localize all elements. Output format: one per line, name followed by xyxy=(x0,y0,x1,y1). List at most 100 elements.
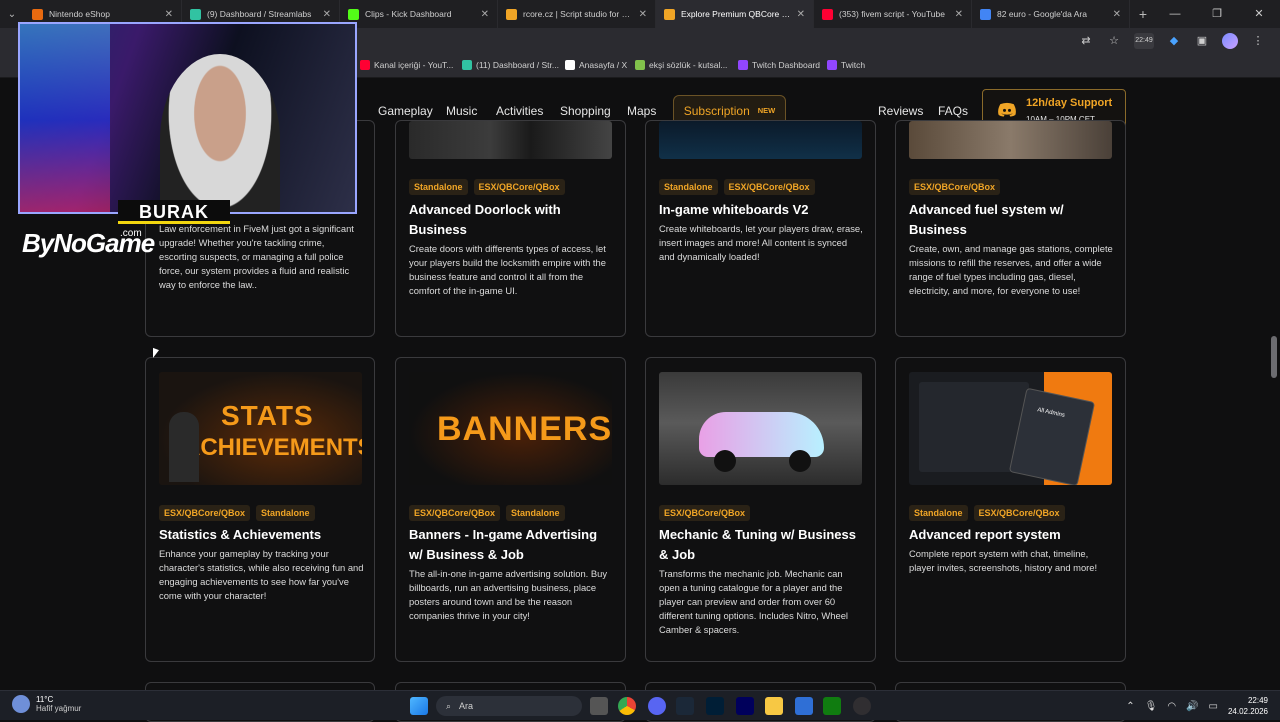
card-title[interactable]: Advanced report system xyxy=(909,525,1114,545)
tab-close-icon[interactable]: ✕ xyxy=(639,9,647,20)
weather-icon xyxy=(12,695,30,713)
nav-shopping[interactable]: Shopping xyxy=(560,104,611,118)
tab-title: rcore.cz | Script studio for your xyxy=(523,9,633,19)
product-card[interactable]: STATS ACHIEVEMENTS ESX/QBCore/QBox Stand… xyxy=(145,357,375,662)
translate-icon[interactable]: ⇄ xyxy=(1078,33,1094,49)
neon-light xyxy=(20,24,110,212)
windows-start-icon[interactable] xyxy=(410,697,428,715)
nav-faqs[interactable]: FAQs xyxy=(938,104,968,118)
product-card[interactable]: ESX/QBCore/QBox Mechanic & Tuning w/ Bus… xyxy=(645,357,876,662)
product-card[interactable]: ESX/QBCore/QBox Advanced fuel system w/ … xyxy=(895,120,1126,337)
microphone-icon[interactable]: 🎙 xyxy=(1145,701,1158,712)
weather-widget[interactable]: 11°C Hafif yağmur xyxy=(12,695,81,713)
tab-title: Nintendo eShop xyxy=(49,9,110,19)
nav-music[interactable]: Music xyxy=(446,104,477,118)
subscription-label: Subscription xyxy=(683,103,750,118)
close-window-icon[interactable]: ✕ xyxy=(1238,0,1280,28)
app-icon[interactable] xyxy=(795,697,813,715)
tab-close-icon[interactable]: ✕ xyxy=(323,9,331,20)
browser-tab[interactable]: (353) fivem script - YouTube ✕ xyxy=(814,0,972,28)
tab-favicon-icon xyxy=(506,8,517,20)
search-placeholder: Ara xyxy=(459,701,474,711)
card-title[interactable]: In-game whiteboards V2 xyxy=(659,200,859,220)
thumb-text: STATS xyxy=(221,400,314,431)
tab-close-icon[interactable]: ✕ xyxy=(165,9,173,20)
discord-taskbar-icon[interactable] xyxy=(648,697,666,715)
bookmark-label: ekşi sözlük - kutsal... xyxy=(649,60,728,70)
tab-favicon-icon xyxy=(822,8,833,20)
extension-clock-badge[interactable]: 22:49 xyxy=(1134,33,1154,49)
brand-logo-suffix: .com xyxy=(120,228,142,239)
tab-favicon-icon xyxy=(32,8,43,20)
file-explorer-icon[interactable] xyxy=(765,697,783,715)
chrome-icon[interactable] xyxy=(618,697,636,715)
mouse-cursor xyxy=(153,347,159,361)
bookmark-favicon-icon xyxy=(635,60,645,70)
bookmark-item[interactable]: (11) Dashboard / Str... xyxy=(462,60,559,70)
volume-icon[interactable]: 🔊 xyxy=(1186,701,1198,712)
browser-tab[interactable]: 82 euro - Google'da Ara ✕ xyxy=(972,0,1130,28)
scrollbar-thumb[interactable] xyxy=(1271,336,1277,378)
windows-taskbar: 11°C Hafif yağmur ⌕ Ara ⌃ 🎙 ◠ 🔊 ▭ 22:49 … xyxy=(0,690,1280,720)
battery-icon[interactable]: ▭ xyxy=(1209,701,1218,712)
system-tray: ⌃ 🎙 ◠ 🔊 ▭ 22:49 24.02.2026 xyxy=(1126,695,1268,717)
tab-close-icon[interactable]: ✕ xyxy=(797,9,805,20)
nav-activities[interactable]: Activities xyxy=(496,104,543,118)
weather-temp: 11°C xyxy=(36,695,54,704)
product-card[interactable]: Standalone ESX/QBCore/QBox In-game white… xyxy=(645,120,876,337)
steam-icon[interactable] xyxy=(676,697,694,715)
browser-tab[interactable]: rcore.cz | Script studio for your ✕ xyxy=(498,0,656,28)
minimize-icon[interactable]: — xyxy=(1154,0,1196,28)
card-title[interactable]: Advanced fuel system w/ Business xyxy=(909,200,1109,240)
thumb-text: BANNERS xyxy=(437,410,612,448)
bookmark-item[interactable]: ekşi sözlük - kutsal... xyxy=(635,60,727,70)
taskbar-search[interactable]: ⌕ Ara xyxy=(436,696,582,716)
bookmark-item[interactable]: Twitch Dashboard xyxy=(738,60,820,70)
tab-close-icon[interactable]: ✕ xyxy=(481,9,489,20)
wifi-icon[interactable]: ◠ xyxy=(1167,701,1176,712)
page-scrollbar[interactable] xyxy=(1270,82,1278,690)
card-title[interactable]: Banners - In-game Advertising w/ Busines… xyxy=(409,525,614,565)
premiere-icon[interactable] xyxy=(736,697,754,715)
profile-avatar[interactable] xyxy=(1222,33,1238,49)
bookmark-star-icon[interactable]: ☆ xyxy=(1106,33,1122,49)
product-card[interactable]: All Admins Standalone ESX/QBCore/QBox Ad… xyxy=(895,357,1126,662)
support-hours-title: 12h/day Support xyxy=(1026,97,1113,109)
tab-favicon-icon xyxy=(190,8,201,20)
tag-badge: Standalone xyxy=(909,505,968,521)
tab-favicon-icon xyxy=(348,8,359,20)
streamer-name: BURAK xyxy=(118,200,230,224)
obs-icon[interactable] xyxy=(853,697,871,715)
browser-tab[interactable]: Clips - Kick Dashboard ✕ xyxy=(340,0,498,28)
card-description: Law enforcement in FiveM just got a sign… xyxy=(159,223,354,290)
bookmark-label: Twitch Dashboard xyxy=(752,60,821,70)
tag-badge: ESX/QBCore/QBox xyxy=(973,505,1065,521)
product-card[interactable]: Standalone ESX/QBCore/QBox Advanced Door… xyxy=(395,120,626,337)
product-card[interactable]: BANNERS ESX/QBCore/QBox Standalone Banne… xyxy=(395,357,626,662)
bookmark-item[interactable]: Twitch xyxy=(827,60,865,70)
card-title[interactable]: Statistics & Achievements xyxy=(159,525,364,545)
bookmark-item[interactable]: Anasayfa / X xyxy=(565,60,627,70)
extension-icon[interactable]: ◆ xyxy=(1166,33,1182,49)
nav-maps[interactable]: Maps xyxy=(627,104,656,118)
nav-gameplay[interactable]: Gameplay xyxy=(378,104,433,118)
browser-menu-icon[interactable]: ⋮ xyxy=(1250,33,1266,49)
task-view-icon[interactable] xyxy=(590,697,608,715)
nav-reviews[interactable]: Reviews xyxy=(878,104,923,118)
tray-expand-icon[interactable]: ⌃ xyxy=(1126,701,1134,712)
new-tab-button[interactable]: + xyxy=(1130,6,1156,22)
card-title[interactable]: Advanced Doorlock with Business xyxy=(409,200,609,240)
tab-close-icon[interactable]: ✕ xyxy=(1113,9,1121,20)
system-clock[interactable]: 22:49 24.02.2026 xyxy=(1228,695,1268,717)
tab-close-icon[interactable]: ✕ xyxy=(955,9,963,20)
browser-tab[interactable]: Explore Premium QBCore and E ✕ xyxy=(656,0,814,28)
xbox-icon[interactable] xyxy=(823,697,841,715)
extensions-puzzle-icon[interactable]: ▣ xyxy=(1194,33,1210,49)
bookmark-item[interactable]: Kanal içeriği - YouT... xyxy=(360,60,453,70)
restore-icon[interactable]: ❐ xyxy=(1196,0,1238,28)
card-title[interactable]: Mechanic & Tuning w/ Business & Job xyxy=(659,525,864,565)
photoshop-icon[interactable] xyxy=(706,697,724,715)
tag-badge: ESX/QBCore/QBox xyxy=(659,505,751,521)
tag-badge: Standalone xyxy=(506,505,565,521)
tag-badge: ESX/QBCore/QBox xyxy=(473,179,565,195)
